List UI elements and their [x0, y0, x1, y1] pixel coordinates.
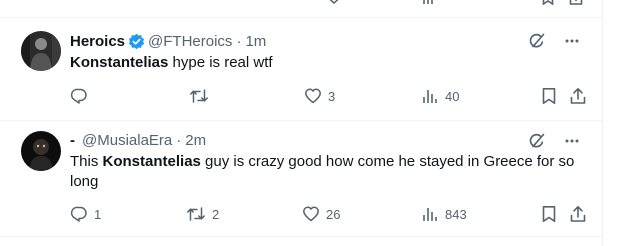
avatar[interactable]: [21, 31, 61, 71]
tweet-text: This Konstantelias guy is crazy good how…: [70, 152, 590, 192]
tweet[interactable]: Heroics @FTHeroics · 1m Konstantelias hy…: [0, 18, 602, 121]
tweet-text-highlight: Konstantelias: [70, 54, 169, 71]
views-icon: [423, 208, 437, 221]
tweet-top-icons: [528, 132, 580, 150]
retweet-count: 2: [212, 206, 220, 222]
like-icon: [303, 206, 319, 222]
views-button[interactable]: 843: [421, 204, 467, 224]
tweet-actions: 1 2 26 843: [70, 204, 590, 224]
retweet-icon: [190, 89, 208, 103]
views-icon: [423, 90, 437, 103]
reply-button[interactable]: 1: [70, 204, 101, 224]
tweet-top-icons: [528, 32, 580, 50]
share-icon[interactable]: [569, 87, 587, 105]
share-icon[interactable]: [569, 0, 583, 5]
views-icon[interactable]: [422, 0, 436, 5]
separator-dot: ·: [176, 131, 182, 149]
retweet-icon: [187, 207, 205, 221]
retweet-button[interactable]: [189, 86, 215, 106]
column-border: [602, 0, 603, 246]
share-icon[interactable]: [569, 205, 587, 223]
like-icon: [305, 88, 321, 104]
like-count: 26: [326, 206, 341, 222]
bookmark-icon[interactable]: [540, 87, 558, 105]
bookmark-icon[interactable]: [540, 205, 558, 223]
reply-button[interactable]: [70, 86, 94, 106]
tweet-text-suffix: hype is real wtf: [168, 54, 273, 71]
views-count: 40: [445, 88, 460, 104]
separator-dot: ·: [236, 32, 242, 50]
display-name[interactable]: Heroics: [70, 33, 125, 50]
views-button[interactable]: 40: [421, 86, 459, 106]
more-icon[interactable]: [564, 133, 580, 149]
handle[interactable]: @FTHeroics: [148, 33, 232, 50]
more-icon[interactable]: [564, 33, 580, 49]
previous-tweet-actions: [0, 0, 602, 18]
reply-icon: [70, 88, 87, 104]
display-name[interactable]: -: [70, 132, 75, 149]
tweet-actions: 3 40: [70, 86, 590, 106]
tweet-text-highlight: Konstantelias: [102, 153, 201, 170]
tweet-text: Konstantelias hype is real wtf: [70, 53, 590, 73]
verified-badge-icon: [128, 33, 145, 49]
timestamp[interactable]: 1m: [245, 33, 266, 50]
like-button[interactable]: 3: [304, 86, 335, 106]
retweet-button[interactable]: 2: [186, 204, 219, 224]
tweet[interactable]: - @MusialaEra · 2m This Konstantelias gu…: [0, 121, 602, 237]
timestamp[interactable]: 2m: [185, 132, 206, 149]
tweet-text-prefix: This: [70, 153, 103, 170]
views-count: 843: [445, 206, 467, 222]
like-button[interactable]: 26: [302, 204, 340, 224]
handle[interactable]: @MusialaEra: [82, 132, 172, 149]
grok-icon[interactable]: [528, 32, 546, 50]
grok-icon[interactable]: [528, 132, 546, 150]
bookmark-icon[interactable]: [541, 0, 555, 5]
like-count: 3: [328, 88, 336, 104]
avatar[interactable]: [21, 131, 61, 171]
tweet-header: Heroics @FTHeroics · 1m: [70, 32, 266, 50]
reply-count: 1: [94, 206, 102, 222]
like-icon[interactable]: [327, 0, 341, 5]
tweet-header: - @MusialaEra · 2m: [70, 131, 206, 149]
reply-icon: [70, 206, 87, 222]
